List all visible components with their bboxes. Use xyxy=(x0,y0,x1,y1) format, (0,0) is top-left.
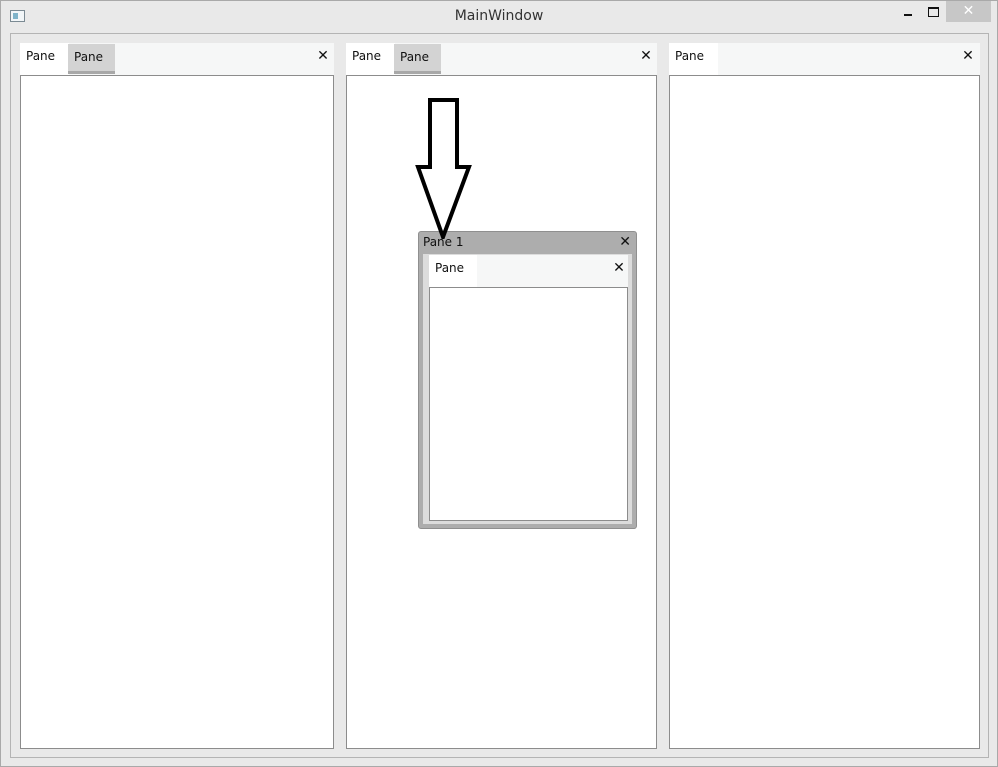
title-bar[interactable]: MainWindow ✕ xyxy=(1,1,997,32)
tab-strip: Pane 2 ✕ xyxy=(669,43,980,89)
minimize-icon xyxy=(904,14,912,16)
pane-content xyxy=(669,75,980,749)
floating-pane-body: Pane 1 ✕ xyxy=(423,254,632,524)
maximize-icon xyxy=(928,7,939,17)
tab-pane-2[interactable]: Pane 2 xyxy=(394,44,441,90)
tab-pane-2[interactable]: Pane 2 xyxy=(68,44,115,90)
close-button[interactable]: ✕ xyxy=(946,1,991,22)
down-arrow-icon xyxy=(415,98,472,239)
close-icon[interactable]: ✕ xyxy=(316,49,330,63)
tab-strip: Pane 1 ✕ xyxy=(429,255,628,301)
floating-pane-group: Pane 1 ✕ xyxy=(429,255,628,521)
window-title: MainWindow xyxy=(454,8,544,24)
tab-pane-1[interactable]: Pane 1 xyxy=(20,43,69,89)
floating-pane-window[interactable]: Pane 1 ✕ Pane 1 ✕ xyxy=(418,231,637,529)
pane-content xyxy=(20,75,334,749)
pane-content xyxy=(429,287,628,521)
close-icon[interactable]: ✕ xyxy=(961,49,975,63)
main-window: MainWindow ✕ Pane 1 Pane 2 ✕ Pane 1 Pane… xyxy=(0,0,998,767)
close-icon[interactable]: ✕ xyxy=(619,235,631,249)
close-icon[interactable]: ✕ xyxy=(612,261,626,275)
pane-group-3: Pane 2 ✕ xyxy=(669,43,980,749)
tab-pane-1[interactable]: Pane 1 xyxy=(346,43,395,89)
maximize-button[interactable] xyxy=(921,1,947,22)
close-icon[interactable]: ✕ xyxy=(639,49,653,63)
minimize-button[interactable] xyxy=(895,1,921,22)
tab-pane-2[interactable]: Pane 2 xyxy=(669,43,718,89)
tab-pane-1[interactable]: Pane 1 xyxy=(429,255,477,301)
close-icon: ✕ xyxy=(962,3,975,19)
tab-strip: Pane 1 Pane 2 ✕ xyxy=(20,43,334,90)
tab-strip: Pane 1 Pane 2 ✕ xyxy=(346,43,657,90)
pane-group-1: Pane 1 Pane 2 ✕ xyxy=(20,43,334,749)
